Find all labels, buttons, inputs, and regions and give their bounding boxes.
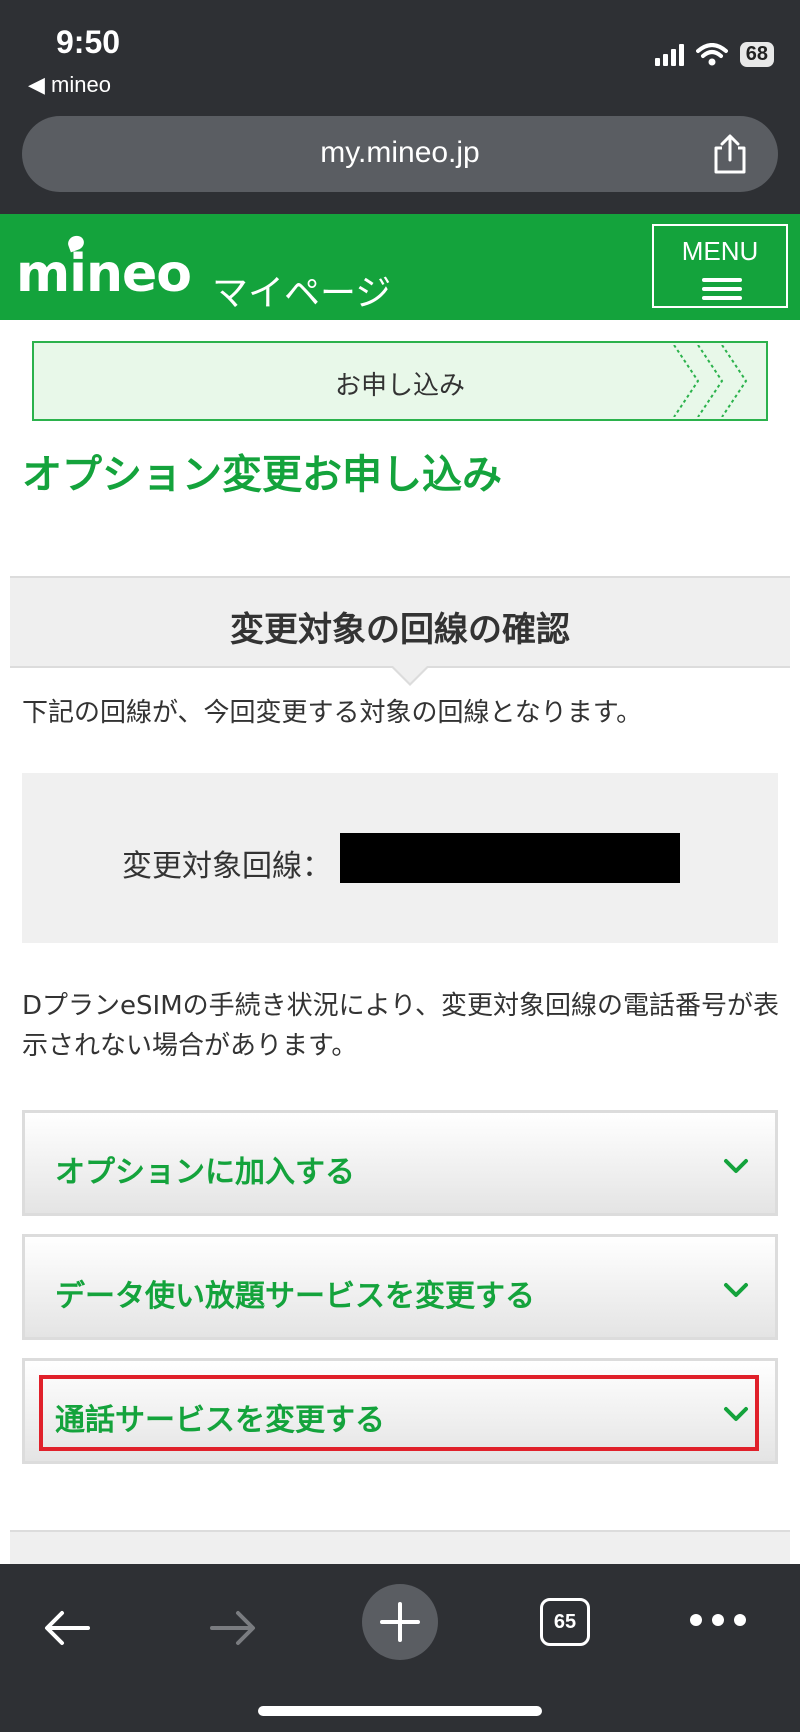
mineo-logo[interactable]: mineo <box>16 244 192 304</box>
home-indicator <box>258 1706 542 1716</box>
share-icon[interactable] <box>710 134 750 176</box>
section-heading-text: 変更対象の回線の確認 <box>230 610 570 650</box>
battery-indicator: 68 <box>739 42 774 67</box>
section-description: 下記の回線が、今回変更する対象の回線となります。 <box>22 698 643 728</box>
page-title: オプション変更お申し込み <box>22 452 502 498</box>
back-arrow-icon[interactable] <box>42 1608 92 1648</box>
mypage-subtitle: マイページ <box>212 273 392 314</box>
forward-arrow-icon[interactable] <box>208 1608 258 1648</box>
accordion-join-option[interactable]: オプションに加入する <box>22 1110 778 1216</box>
tab-switcher-button[interactable]: 65 <box>540 1598 590 1646</box>
browser-address-area: my.mineo.jp <box>0 110 800 214</box>
more-icon[interactable] <box>690 1614 746 1626</box>
plus-icon <box>380 1602 420 1642</box>
site-header: mineo マイページ MENU <box>0 214 800 320</box>
target-line-box: 変更対象回線： <box>22 773 778 943</box>
address-bar[interactable]: my.mineo.jp <box>22 116 778 192</box>
wifi-icon <box>695 42 728 65</box>
chevron-down-icon <box>724 1159 748 1173</box>
status-icons: 68 <box>654 42 774 67</box>
heading-notch-inner <box>392 665 428 683</box>
url-text: my.mineo.jp <box>320 136 480 169</box>
back-to-app-link[interactable]: ◀ mineo <box>28 72 111 98</box>
chevron-down-icon <box>724 1283 748 1297</box>
menu-button[interactable]: MENU <box>652 224 788 308</box>
accordion-data-unlimited[interactable]: データ使い放題サービスを変更する <box>22 1234 778 1340</box>
redacted-phone-number <box>340 833 680 883</box>
chevron-down-icon <box>724 1407 748 1421</box>
esim-note: DプランeSIMの手続き状況により、変更対象回線の電話番号が表示されない場合があ… <box>22 991 780 1061</box>
accordion-label: オプションに加入する <box>55 1155 355 1190</box>
accordion-call-service[interactable]: 通話サービスを変更する <box>22 1358 778 1464</box>
menu-icon <box>702 278 742 305</box>
target-line-label: 変更対象回線： <box>122 849 332 884</box>
browser-toolbar: 65 <box>0 1564 800 1732</box>
accordion-label: 通話サービスを変更する <box>55 1403 385 1438</box>
status-bar: 9:50 ◀ mineo 68 <box>0 0 800 110</box>
signal-icon <box>654 43 684 66</box>
menu-label: MENU <box>681 236 759 266</box>
accordion-label: データ使い放題サービスを変更する <box>55 1279 535 1314</box>
apply-step-label: お申し込み <box>334 371 465 401</box>
section-heading: 変更対象の回線の確認 <box>10 576 790 686</box>
step-arrows-icon <box>673 345 748 417</box>
new-tab-button[interactable] <box>362 1584 438 1660</box>
status-time: 9:50 <box>56 24 121 60</box>
apply-step-banner: お申し込み <box>32 341 768 421</box>
